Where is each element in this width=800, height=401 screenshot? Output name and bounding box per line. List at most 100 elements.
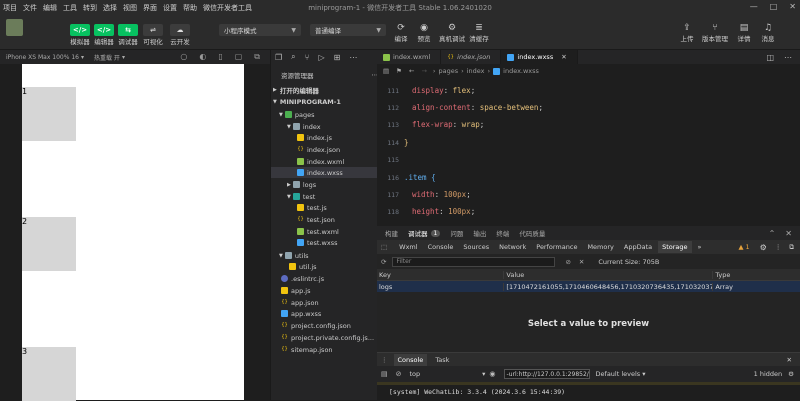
- filter-input[interactable]: Filter: [392, 256, 556, 267]
- clear-icon[interactable]: ⊘: [565, 258, 570, 266]
- collapse-icon[interactable]: ⌃: [769, 229, 776, 238]
- bookmark-icon[interactable]: ⚑: [396, 67, 402, 75]
- tab-wxml[interactable]: Wxml: [399, 243, 417, 251]
- close-icon[interactable]: ✕: [785, 229, 792, 238]
- simulator-screen[interactable]: 1 2 3: [22, 64, 244, 401]
- more-icon[interactable]: ⋯: [349, 53, 357, 62]
- tab-code-quality[interactable]: 代码质量: [519, 228, 545, 238]
- more-icon[interactable]: ⋮: [381, 356, 388, 364]
- context-select[interactable]: top: [410, 370, 421, 378]
- sidebar-toggle-icon[interactable]: ▤: [381, 370, 388, 378]
- eye-icon[interactable]: ◉: [489, 370, 495, 378]
- menu-item-view[interactable]: 视图: [120, 3, 140, 13]
- extensions-icon[interactable]: ⊞: [334, 53, 341, 62]
- code-editor[interactable]: 111 display: flex; 112 align-content: spac…: [377, 78, 800, 226]
- tab-debugger[interactable]: 调试器: [408, 228, 428, 238]
- tree-item-project-config[interactable]: {} project.config.json: [271, 320, 388, 331]
- tab-storage[interactable]: Storage: [658, 241, 692, 253]
- clear-cache-button[interactable]: ≣ 清缓存: [467, 23, 491, 43]
- breadcrumb-file[interactable]: index.wxss: [503, 67, 539, 75]
- refresh-icon[interactable]: ⟳: [381, 258, 386, 266]
- gear-icon[interactable]: ⚙: [788, 370, 794, 378]
- tab-task[interactable]: Task: [435, 356, 449, 364]
- menu-item-file[interactable]: 文件: [20, 3, 40, 13]
- upload-button[interactable]: ⇪ 上传: [676, 23, 698, 43]
- menu-item-edit[interactable]: 编辑: [40, 3, 60, 13]
- mode-select[interactable]: 小程序模式 ▼: [219, 24, 301, 36]
- tab-appdata[interactable]: AppData: [624, 243, 652, 251]
- maximize-icon[interactable]: □: [770, 2, 778, 11]
- tree-item-sitemap[interactable]: {} sitemap.json: [271, 344, 388, 355]
- tab-console[interactable]: Console: [428, 243, 454, 251]
- close-icon[interactable]: ✕: [579, 258, 584, 266]
- debug-icon[interactable]: ▷: [318, 53, 324, 62]
- tree-item-project-private-config[interactable]: {} project.private.config.js...: [271, 332, 388, 343]
- menu-item-tools[interactable]: 工具: [60, 3, 80, 13]
- tab-sources[interactable]: Sources: [463, 243, 489, 251]
- tree-item-pages[interactable]: ▼ pages: [271, 109, 386, 120]
- popout-icon[interactable]: ⧉: [254, 52, 260, 62]
- editor-icon[interactable]: </>: [94, 24, 114, 36]
- back-icon[interactable]: ←: [409, 67, 414, 75]
- more-icon[interactable]: ⋯: [784, 53, 792, 62]
- tree-item-utils[interactable]: ▼ utils: [271, 250, 386, 261]
- more-icon[interactable]: ⋮: [775, 243, 782, 251]
- minimize-icon[interactable]: —: [750, 2, 758, 11]
- menu-item-settings[interactable]: 设置: [160, 3, 180, 13]
- levels-select[interactable]: Default levels: [596, 370, 641, 378]
- close-icon[interactable]: ✕: [561, 53, 566, 61]
- menu-item-interface[interactable]: 界面: [140, 3, 160, 13]
- tree-item-index-folder[interactable]: ▼ index: [271, 121, 394, 132]
- compile-button[interactable]: ⟳ 编译: [390, 23, 412, 43]
- record-icon[interactable]: ○: [180, 52, 187, 62]
- menu-item-wechat-devtools[interactable]: 微信开发者工具: [200, 3, 255, 13]
- tab-problems[interactable]: 问题: [450, 228, 463, 238]
- close-icon[interactable]: ✕: [787, 356, 792, 364]
- tree-item-app-wxss[interactable]: app.wxss: [271, 308, 388, 319]
- project-section[interactable]: ▼ MINIPROGRAM-1: [271, 96, 380, 107]
- column-type[interactable]: Type: [713, 271, 800, 279]
- tab-index-wxml[interactable]: index.wxml: [377, 50, 442, 64]
- compile-mode-select[interactable]: 普通编译 ▼: [310, 24, 386, 36]
- table-row[interactable]: logs [1710472161055,1710460648456,171032…: [377, 281, 800, 292]
- clear-icon[interactable]: ⊘: [396, 370, 402, 378]
- column-value[interactable]: Value: [504, 270, 714, 279]
- tab-index-json[interactable]: {} index.json: [441, 50, 502, 64]
- messages-button[interactable]: ♫ 消息: [757, 23, 779, 43]
- split-editor-icon[interactable]: ◫: [766, 53, 774, 62]
- simulator-icon[interactable]: </>: [70, 24, 90, 36]
- tab-output[interactable]: 输出: [473, 228, 486, 238]
- menu-item-select[interactable]: 选择: [100, 3, 120, 13]
- avatar[interactable]: [6, 19, 23, 36]
- item-box-2[interactable]: 2: [22, 217, 76, 271]
- real-debug-button[interactable]: ⚙ 真机调试: [436, 23, 468, 43]
- chevron-double-right-icon[interactable]: »: [698, 243, 702, 251]
- device-select[interactable]: iPhone XS Max 100% 16: [6, 54, 79, 61]
- tab-console-drawer[interactable]: Console: [393, 354, 428, 366]
- inspect-icon[interactable]: ⬚: [381, 243, 387, 251]
- dock-icon[interactable]: ⧉: [789, 243, 794, 252]
- preview-button[interactable]: ◉ 预览: [413, 23, 435, 43]
- details-button[interactable]: ▤ 详情: [733, 23, 755, 43]
- item-box-1[interactable]: 1: [22, 87, 76, 141]
- version-button[interactable]: ⑂ 版本管理: [700, 23, 730, 43]
- layout-icon[interactable]: ▤: [383, 67, 389, 75]
- visual-toggle[interactable]: ⇌ 可视化: [138, 24, 168, 46]
- device-icon[interactable]: ▯: [218, 52, 222, 62]
- column-key[interactable]: Key: [377, 270, 505, 279]
- files-icon[interactable]: ❐: [275, 53, 282, 62]
- search-icon[interactable]: ⌕: [291, 52, 295, 62]
- tab-build[interactable]: 构建: [385, 228, 398, 238]
- tree-item-eslintrc[interactable]: .eslintrc.js: [271, 273, 388, 284]
- tab-network[interactable]: Network: [499, 243, 526, 251]
- debugger-icon[interactable]: ⇆: [118, 24, 138, 36]
- gear-icon[interactable]: ⚙: [760, 243, 767, 252]
- menu-item-goto[interactable]: 转到: [80, 3, 100, 13]
- item-box-3[interactable]: 3: [22, 347, 76, 401]
- tab-memory[interactable]: Memory: [587, 243, 613, 251]
- audio-icon[interactable]: ◐: [199, 52, 206, 62]
- forward-icon[interactable]: →: [421, 67, 426, 75]
- cloud-toggle[interactable]: ☁ 云开发: [165, 24, 195, 46]
- menu-item-project[interactable]: 项目: [0, 3, 20, 13]
- breadcrumb-index[interactable]: index: [467, 67, 485, 75]
